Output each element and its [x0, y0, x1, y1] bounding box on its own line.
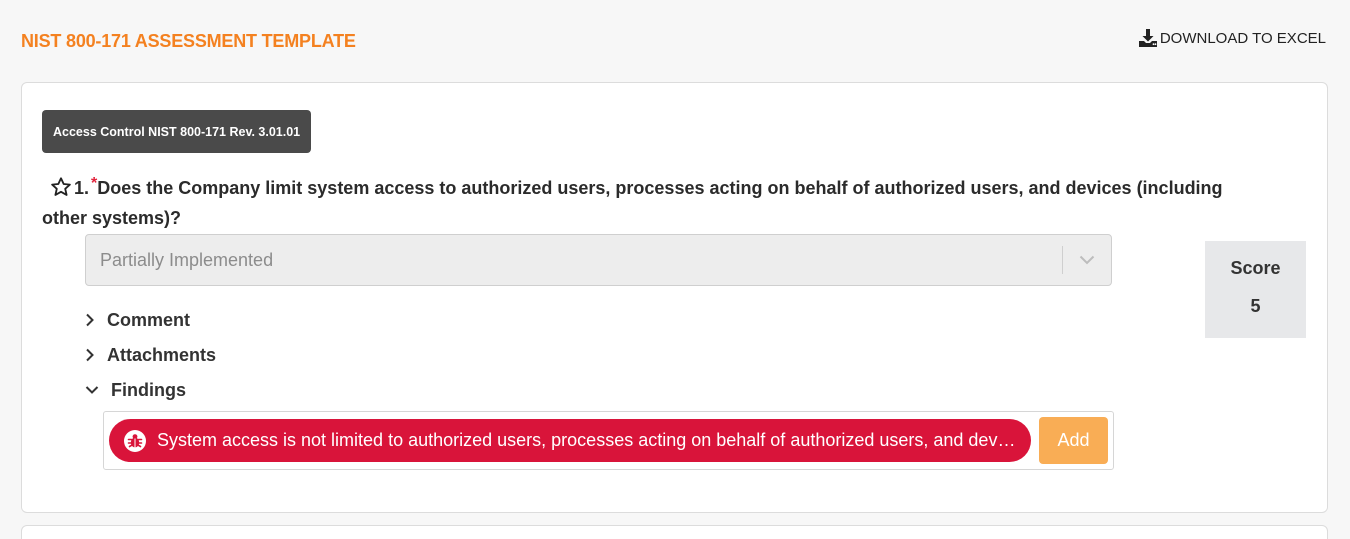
- score-value: 5: [1250, 296, 1261, 316]
- question-number: 1.: [74, 178, 90, 198]
- findings-toggle[interactable]: Findings: [85, 378, 186, 402]
- comment-label: Comment: [107, 309, 191, 330]
- finding-item[interactable]: System access is not limited to authoriz…: [109, 419, 1031, 462]
- download-label: DOWNLOAD TO EXCEL: [1159, 29, 1326, 47]
- chevron-right-icon: [85, 313, 95, 327]
- findings-label: Findings: [111, 379, 186, 400]
- page-title: NIST 800-171 ASSESSMENT TEMPLATE: [21, 31, 356, 51]
- finding-text: System access is not limited to authoriz…: [157, 430, 1016, 450]
- bug-icon: [123, 429, 147, 453]
- question-text: Does the Company limit system access to …: [42, 178, 1223, 228]
- download-icon: [1138, 28, 1158, 48]
- question-card: Access Control NIST 800-171 Rev. 3.01.01…: [21, 82, 1328, 513]
- score-label: Score: [1230, 258, 1281, 278]
- chevron-down-icon: [85, 385, 99, 395]
- findings-panel: System access is not limited to authoriz…: [103, 411, 1114, 470]
- comment-toggle[interactable]: Comment: [85, 308, 190, 332]
- star-outline-icon[interactable]: [50, 176, 72, 198]
- chevron-right-icon: [85, 348, 95, 362]
- answer-select-value: Partially Implemented: [100, 249, 274, 270]
- download-excel-button[interactable]: DOWNLOAD TO EXCEL: [1138, 28, 1326, 48]
- attachments-label: Attachments: [107, 344, 217, 365]
- add-finding-button[interactable]: Add: [1039, 417, 1108, 464]
- attachments-toggle[interactable]: Attachments: [85, 343, 216, 367]
- answer-select[interactable]: Partially Implemented: [85, 234, 1112, 286]
- category-badge: Access Control NIST 800-171 Rev. 3.01.01: [42, 110, 312, 153]
- question-text-block: 1. *Does the Company limit system access …: [42, 169, 1262, 233]
- chevron-down-icon[interactable]: [1063, 255, 1111, 265]
- next-question-card: [21, 525, 1328, 539]
- score-box: Score 5: [1205, 241, 1306, 338]
